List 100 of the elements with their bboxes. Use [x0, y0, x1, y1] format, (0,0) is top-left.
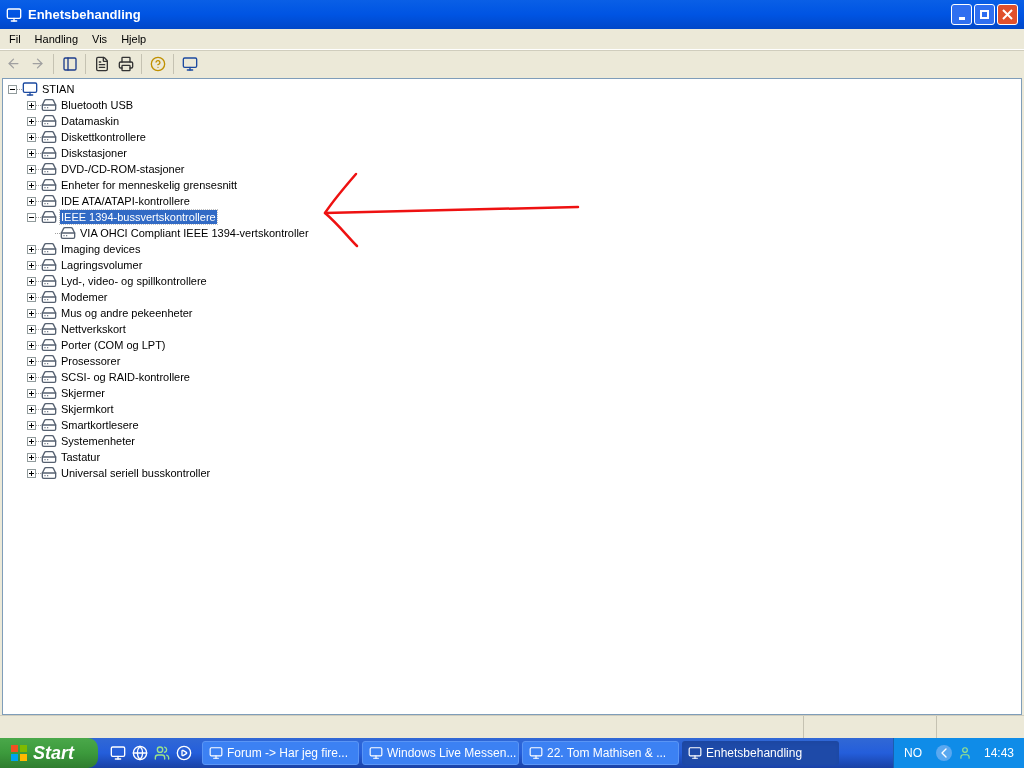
tree-item[interactable]: Smartkortlesere: [60, 418, 140, 432]
panel-icon: [61, 55, 78, 72]
expander-box[interactable]: [27, 356, 36, 366]
device-icon: [41, 97, 57, 113]
device-icon: [41, 289, 57, 305]
tree-item[interactable]: Skjermer: [60, 386, 106, 400]
close-button[interactable]: [997, 4, 1018, 25]
start-button[interactable]: Start: [0, 738, 98, 768]
device-icon: [41, 305, 57, 321]
tree-item[interactable]: Enheter for menneskelig grensesnitt: [60, 178, 239, 192]
device-icon: [41, 129, 57, 145]
device-icon: [41, 177, 57, 193]
expander-box[interactable]: [27, 164, 36, 174]
expander-box[interactable]: [27, 292, 36, 302]
taskbar-button[interactable]: Windows Live Messen...: [362, 741, 519, 765]
windows-logo-icon: [10, 744, 28, 762]
language-indicator[interactable]: NO: [903, 744, 922, 762]
tree-item[interactable]: Universal seriell busskontroller: [60, 466, 212, 480]
device-icon: [41, 465, 57, 481]
device-icon: [41, 321, 57, 337]
expander-box[interactable]: [27, 324, 36, 334]
window-icon: [688, 746, 702, 760]
expander-box[interactable]: [27, 244, 36, 254]
tree-item[interactable]: Lyd-, video- og spillkontrollere: [60, 274, 208, 288]
device-icon: [41, 433, 57, 449]
tree-item[interactable]: Porter (COM og LPT): [60, 338, 167, 352]
tree-item[interactable]: Prosessorer: [60, 354, 122, 368]
forward-arrow-icon: [30, 56, 45, 71]
expander-box[interactable]: [27, 100, 36, 110]
expander-box[interactable]: [27, 276, 36, 286]
expander-box[interactable]: [27, 452, 36, 462]
device-icon: [41, 369, 57, 385]
device-icon: [41, 113, 57, 129]
device-icon: [41, 145, 57, 161]
device-icon: [41, 241, 57, 257]
device-icon: [41, 401, 57, 417]
people-icon[interactable]: [154, 745, 170, 761]
tree-item[interactable]: Diskstasjoner: [60, 146, 129, 160]
device-icon: [60, 225, 76, 241]
minimize-icon: [958, 17, 965, 20]
expander-box[interactable]: [8, 84, 17, 94]
device-icon: [41, 385, 57, 401]
expander-box[interactable]: [27, 260, 36, 270]
computer-icon: [6, 6, 22, 23]
restore-button[interactable]: [974, 4, 995, 25]
expander-box[interactable]: [27, 404, 36, 414]
tree-item[interactable]: Systemenheter: [60, 434, 136, 448]
tree-item[interactable]: IEEE 1394-bussvertskontrollere: [60, 210, 217, 224]
expander-box[interactable]: [27, 468, 36, 478]
expander-box[interactable]: [27, 196, 36, 206]
expander-box[interactable]: [27, 420, 36, 430]
tree-item[interactable]: Imaging devices: [60, 242, 142, 256]
browser-icon[interactable]: [132, 745, 148, 761]
window-icon: [369, 746, 383, 760]
taskbar-button[interactable]: 22. Tom Mathisen & ...: [522, 741, 679, 765]
close-icon: [1002, 9, 1013, 20]
tree-item[interactable]: DVD-/CD-ROM-stasjoner: [60, 162, 186, 176]
expander-box[interactable]: [27, 372, 36, 382]
tree-item[interactable]: STIAN: [41, 82, 76, 96]
menu-item[interactable]: Handling: [27, 30, 86, 48]
minimize-button[interactable]: [951, 4, 972, 25]
menu-item[interactable]: Hjelp: [114, 30, 154, 48]
device-icon: [41, 337, 57, 353]
expander-box[interactable]: [27, 212, 36, 222]
tree-item[interactable]: SCSI- og RAID-kontrollere: [60, 370, 191, 384]
device-icon: [41, 257, 57, 273]
tree-item[interactable]: Lagringsvolumer: [60, 258, 144, 272]
tree-item[interactable]: Nettverkskort: [60, 322, 127, 336]
tree-item[interactable]: Bluetooth USB: [60, 98, 135, 112]
device-icon: [41, 209, 57, 225]
tree-item[interactable]: Tastatur: [60, 450, 102, 464]
tree-item[interactable]: Modemer: [60, 290, 109, 304]
menu-item[interactable]: Vis: [85, 30, 115, 48]
tree-item[interactable]: VIA OHCI Compliant IEEE 1394-vertskontroller: [79, 226, 310, 240]
taskbar-button[interactable]: Enhetsbehandling: [682, 741, 839, 765]
expander-box[interactable]: [27, 340, 36, 350]
tree-item[interactable]: Skjermkort: [60, 402, 115, 416]
tree-item[interactable]: IDE ATA/ATAPI-kontrollere: [60, 194, 191, 208]
chevron-icon[interactable]: [935, 745, 952, 761]
printer-icon: [117, 55, 134, 72]
expander-box[interactable]: [27, 308, 36, 318]
window-title: Enhetsbehandling: [28, 5, 141, 24]
menu-item[interactable]: Fil: [2, 30, 28, 48]
expander-box[interactable]: [27, 116, 36, 126]
expander-box[interactable]: [27, 132, 36, 142]
back-arrow-icon: [6, 56, 21, 71]
expander-box[interactable]: [27, 148, 36, 158]
tree-item[interactable]: Diskettkontrollere: [60, 130, 147, 144]
tree-item[interactable]: Datamaskin: [60, 114, 121, 128]
monitor-icon: [181, 55, 198, 72]
device-icon: [41, 273, 57, 289]
window-icon: [529, 746, 543, 760]
device-icon: [41, 193, 57, 209]
taskbar-button[interactable]: Forum -> Har jeg fire...: [202, 741, 359, 765]
tree-item[interactable]: Mus og andre pekeenheter: [60, 306, 194, 320]
desktop-icon[interactable]: [110, 745, 126, 761]
expander-box[interactable]: [27, 388, 36, 398]
expander-box[interactable]: [27, 180, 36, 190]
media-player-icon[interactable]: [176, 745, 192, 761]
expander-box[interactable]: [27, 436, 36, 446]
